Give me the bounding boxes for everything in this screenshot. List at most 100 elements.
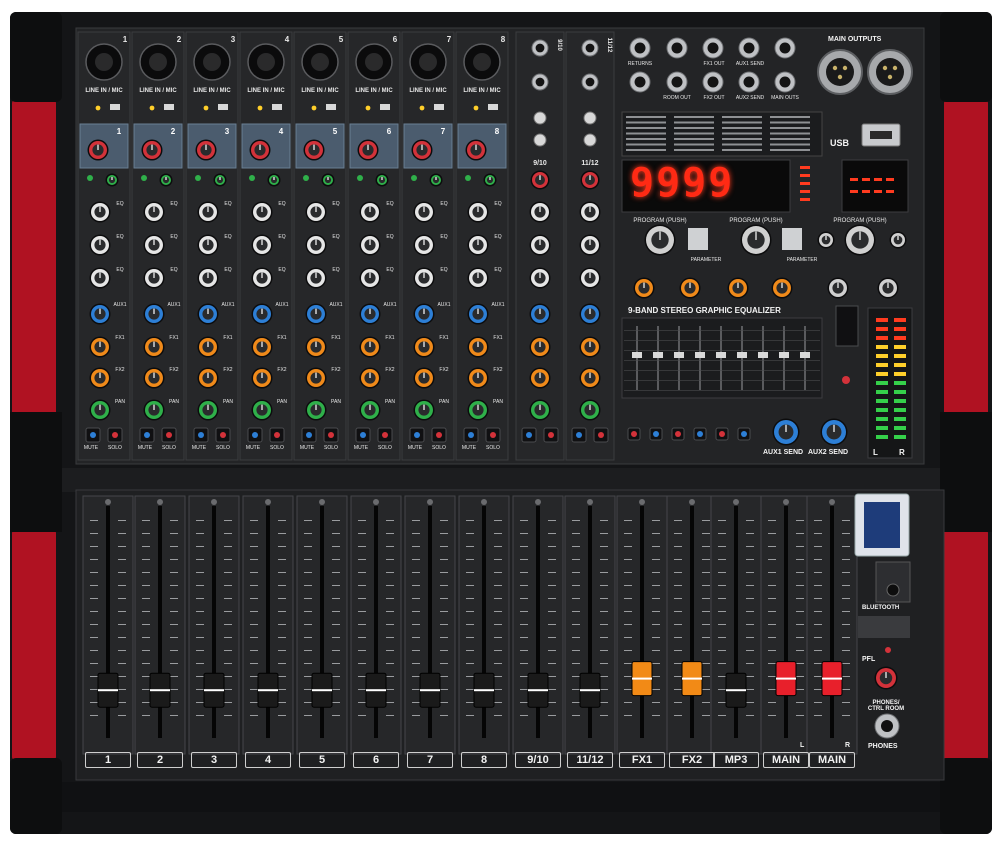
mute-indicator (414, 432, 420, 438)
combo-jack-center-3 (203, 53, 221, 71)
bt-connect-button[interactable] (886, 583, 900, 597)
fader-scale-mark (386, 624, 394, 625)
usb-display-seg (886, 190, 894, 193)
meter-led-r (894, 336, 906, 340)
fader-scale-mark (142, 598, 150, 599)
solo-label: SOLO (432, 445, 446, 451)
phantom-switch[interactable] (326, 104, 336, 110)
phantom-switch[interactable] (380, 104, 390, 110)
knob-row-label: FX2 (439, 367, 449, 373)
channel-number: 2 (176, 35, 182, 44)
xlr-pin (892, 65, 898, 71)
knob-row-label: AUX1 (383, 302, 397, 308)
preset-text-line (626, 149, 666, 151)
phantom-switch[interactable] (164, 104, 174, 110)
fader-scale-mark (814, 559, 822, 560)
fader-scale-mark (796, 624, 804, 625)
eq-slider-cap[interactable] (653, 352, 663, 358)
preset-text-line (674, 121, 714, 124)
output-jack-hole (779, 76, 791, 88)
rca-jack[interactable] (533, 111, 547, 125)
eq-slider-cap[interactable] (632, 352, 642, 358)
fader-scale-mark (170, 702, 178, 703)
combo-jack-center-6 (365, 53, 383, 71)
fader-scale-mark (224, 598, 232, 599)
fader-scale-mark (142, 572, 150, 573)
preset-text-line (722, 138, 762, 140)
right-rail-bottom (944, 530, 988, 760)
fader-scale-mark (746, 702, 754, 703)
phantom-switch[interactable] (218, 104, 228, 110)
fader-scale-mark (842, 650, 850, 651)
fader-scale-mark (196, 624, 204, 625)
combo-jack-center-8 (473, 53, 491, 71)
fader-scale-mark (702, 702, 710, 703)
fader-scale-mark (520, 559, 528, 560)
fader-scale-mark (358, 663, 366, 664)
meter-led-l (876, 408, 888, 412)
display-indicator (800, 190, 810, 193)
phantom-master-switch[interactable] (835, 305, 859, 347)
fader-scale-mark (814, 533, 822, 534)
fader-scale-mark (674, 572, 682, 573)
fader-scale-mark (814, 663, 822, 664)
fader-scale-mark (170, 637, 178, 638)
eq-slider-cap[interactable] (716, 352, 726, 358)
fader-scale-mark (796, 715, 804, 716)
solo-label: SOLO (486, 445, 500, 451)
fader-scale-mark (494, 546, 502, 547)
knob-row-label: EQ (278, 201, 286, 207)
phantom-switch[interactable] (434, 104, 444, 110)
fader-scale-mark (494, 663, 502, 664)
eq-slider-cap[interactable] (758, 352, 768, 358)
fader-cap-line (474, 689, 494, 692)
fader-scale-mark (386, 533, 394, 534)
fader-scale-mark (702, 637, 710, 638)
xlr-pin (832, 65, 838, 71)
fader-slot (830, 506, 834, 738)
fader-scale-mark (466, 663, 474, 664)
fader-scale-mark (842, 546, 850, 547)
fader-scale-mark (842, 689, 850, 690)
fader-scale-mark (412, 637, 420, 638)
rca-jack[interactable] (583, 111, 597, 125)
fader-scale-mark (494, 715, 502, 716)
fader-scale-mark (520, 676, 528, 677)
fader-scale-mark (196, 559, 204, 560)
solo-indicator (274, 432, 280, 438)
eq-slider-cap[interactable] (674, 352, 684, 358)
fader-scale-mark (118, 598, 126, 599)
rca-jack[interactable] (583, 133, 597, 147)
fader-scale-mark (412, 702, 420, 703)
combo-jack-center-7 (419, 53, 437, 71)
fader-scale-mark (718, 663, 726, 664)
phantom-switch[interactable] (272, 104, 282, 110)
meter-led-l (876, 318, 888, 322)
fader-scale-mark (196, 650, 204, 651)
phantom-switch[interactable] (110, 104, 120, 110)
fader-scale-mark (118, 572, 126, 573)
fader-scale-mark (718, 533, 726, 534)
fader-scale-mark (600, 650, 608, 651)
fader-scale-mark (250, 715, 258, 716)
lowcut-led (87, 175, 93, 181)
fader-scale-mark (440, 572, 448, 573)
fader-scale-mark (746, 715, 754, 716)
phantom-switch[interactable] (488, 104, 498, 110)
eq-slider-cap[interactable] (800, 352, 810, 358)
fader-scale-mark (332, 676, 340, 677)
eq-slider-cap[interactable] (695, 352, 705, 358)
fader-scale-mark (600, 637, 608, 638)
solo-indicator (490, 432, 496, 438)
input-label: LINE IN / MIC (409, 88, 447, 94)
fader-scale-mark (170, 546, 178, 547)
fader-scale-mark (796, 637, 804, 638)
input-label: LINE IN / MIC (247, 88, 285, 94)
eq-slider-cap[interactable] (779, 352, 789, 358)
rca-jack[interactable] (533, 133, 547, 147)
display-indicator (800, 198, 810, 201)
eq-slider-cap[interactable] (737, 352, 747, 358)
eq-grid-line (624, 350, 820, 351)
fader-slot (640, 506, 644, 738)
knob-row-label: EQ (278, 267, 286, 273)
